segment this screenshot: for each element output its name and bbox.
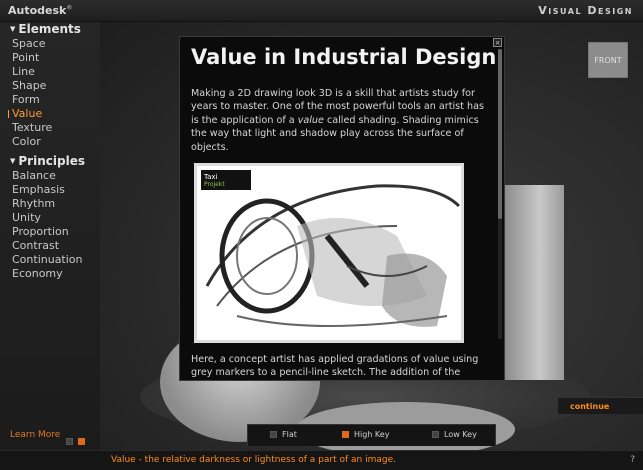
mode-low-key[interactable]: Low Key bbox=[432, 430, 477, 439]
mode-flat[interactable]: Flat bbox=[270, 430, 297, 439]
sidebar-item-form[interactable]: Form bbox=[0, 93, 100, 107]
toggle-on[interactable] bbox=[78, 438, 85, 445]
popup-scrollbar[interactable] bbox=[498, 49, 502, 339]
sidebar-item-point[interactable]: Point bbox=[0, 51, 100, 65]
sidebar-item-unity[interactable]: Unity bbox=[0, 211, 100, 225]
sidebar-item-value[interactable]: Value bbox=[0, 107, 100, 121]
popup-paragraph: Making a 2D drawing look 3D is a skill t… bbox=[191, 88, 484, 153]
sidebar-item-emphasis[interactable]: Emphasis bbox=[0, 183, 100, 197]
scrollbar-thumb[interactable] bbox=[498, 49, 502, 219]
triangle-down-icon: ▼ bbox=[10, 157, 16, 165]
taxiprojekt-logo: Taxi Projekt bbox=[201, 170, 251, 190]
top-bar: Autodesk® Visual Design bbox=[0, 0, 643, 22]
sidebar-toggles bbox=[66, 430, 90, 449]
radio-icon bbox=[342, 431, 349, 438]
sidebar-item-color[interactable]: Color bbox=[0, 135, 100, 149]
triangle-down-icon: ▼ bbox=[10, 25, 16, 33]
car-interior-sketch bbox=[205, 184, 461, 327]
sidebar-item-balance[interactable]: Balance bbox=[0, 169, 100, 183]
radio-icon bbox=[270, 431, 277, 438]
sidebar-item-proportion[interactable]: Proportion bbox=[0, 225, 100, 239]
learn-more-link[interactable]: Learn More bbox=[10, 430, 60, 440]
elements-heading[interactable]: ▼ Elements bbox=[0, 22, 100, 37]
definition-text: Value - the relative darkness or lightne… bbox=[111, 455, 396, 465]
bottom-bar: Value - the relative darkness or lightne… bbox=[0, 450, 643, 470]
box-shape bbox=[504, 185, 564, 380]
sketch-image: Taxi Projekt bbox=[194, 163, 464, 343]
sidebar: ▼ Elements Space Point Line Shape Form Value Te… bbox=[0, 22, 100, 450]
radio-icon bbox=[432, 431, 439, 438]
popup-title: Value in Industrial Design bbox=[191, 45, 497, 69]
sidebar-item-space[interactable]: Space bbox=[0, 37, 100, 51]
popup-paragraph-2: Here, a concept artist has applied grada… bbox=[191, 354, 479, 379]
sidebar-item-shape[interactable]: Shape bbox=[0, 79, 100, 93]
toggle-off[interactable] bbox=[66, 438, 73, 445]
principles-heading[interactable]: ▼ Principles bbox=[0, 154, 100, 169]
front-view-button[interactable]: FRONT bbox=[588, 42, 628, 78]
autodesk-logo: Autodesk® bbox=[8, 4, 73, 17]
help-icon[interactable]: ? bbox=[630, 455, 635, 465]
sidebar-item-contrast[interactable]: Contrast bbox=[0, 239, 100, 253]
sidebar-item-texture[interactable]: Texture bbox=[0, 121, 100, 135]
app-title: Visual Design bbox=[538, 4, 633, 17]
sidebar-item-economy[interactable]: Economy bbox=[0, 267, 100, 281]
continue-button[interactable]: continue bbox=[558, 397, 643, 414]
info-popup: × Value in Industrial Design Making a 2D… bbox=[179, 36, 505, 381]
mode-high-key[interactable]: High Key bbox=[342, 430, 389, 439]
lighting-modes: Flat High Key Low Key bbox=[247, 424, 496, 446]
sidebar-item-rhythm[interactable]: Rhythm bbox=[0, 197, 100, 211]
sidebar-item-continuation[interactable]: Continuation bbox=[0, 253, 100, 267]
sidebar-item-line[interactable]: Line bbox=[0, 65, 100, 79]
